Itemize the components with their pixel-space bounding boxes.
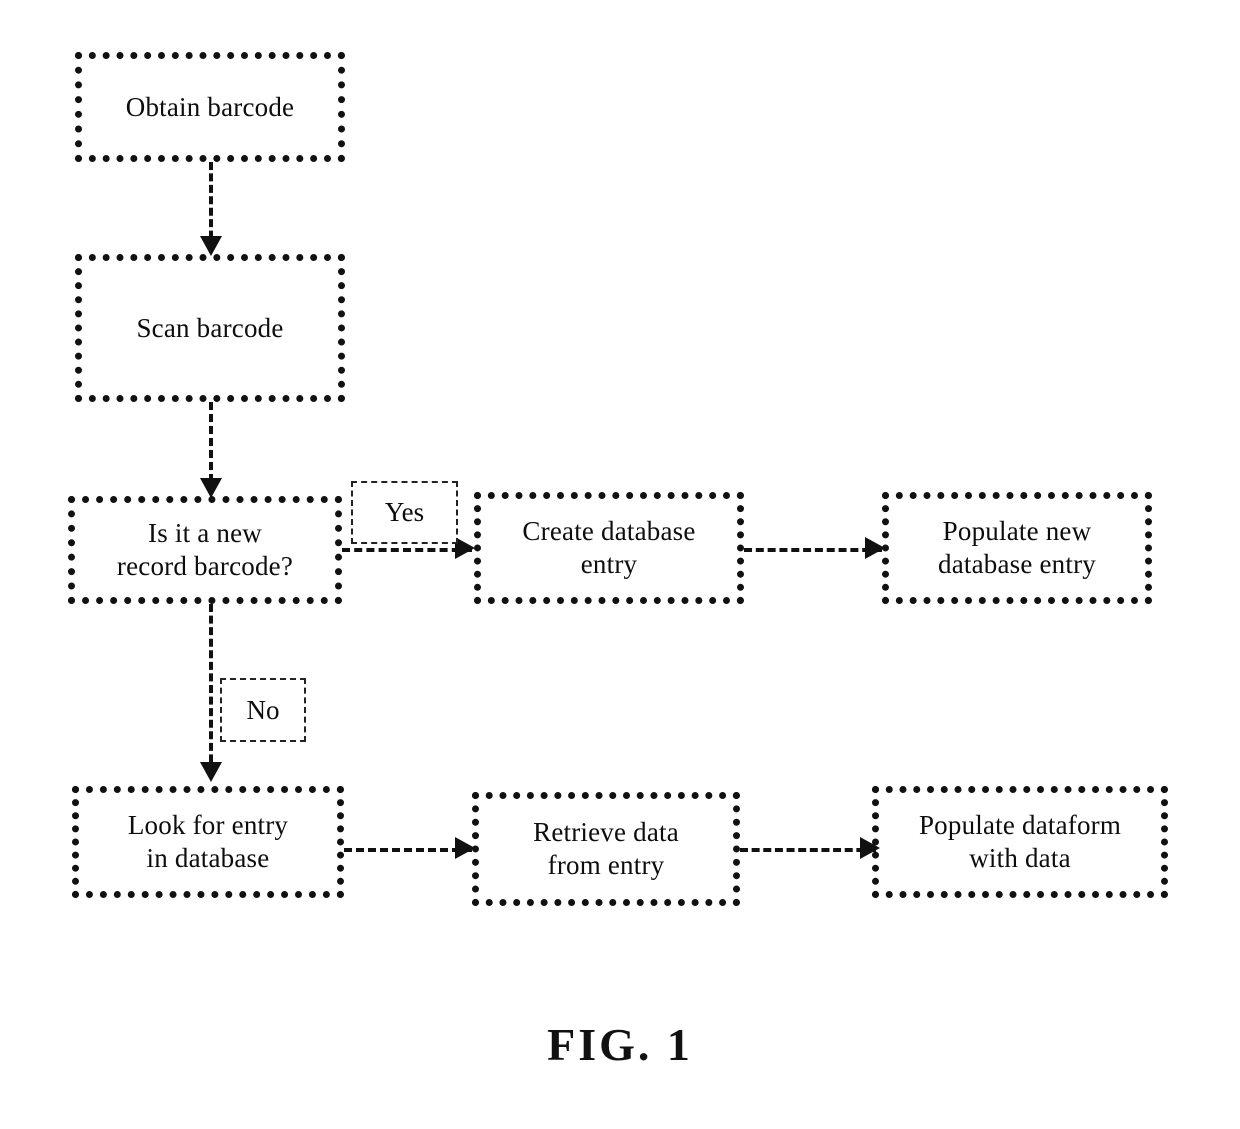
arrowhead-create-to-populate: [865, 537, 885, 559]
node-create-database-entry: Create database entry: [474, 492, 744, 604]
arrowhead-scan-to-decision: [200, 478, 222, 498]
connector-decision-no: [209, 604, 213, 774]
arrowhead-retrieve-to-populate-dataform: [860, 837, 880, 859]
node-obtain-barcode-label: Obtain barcode: [125, 91, 295, 122]
arrowhead-decision-yes: [455, 537, 475, 559]
figure-canvas: Obtain barcode Scan barcode Is it a new …: [0, 0, 1240, 1129]
figure-caption-text: FIG. 1: [547, 1019, 693, 1070]
arrowhead-obtain-to-scan: [200, 236, 222, 256]
node-populate-dataform-with-data-label: Populate dataform with data: [918, 810, 1122, 873]
edge-label-yes: Yes: [351, 481, 458, 544]
node-scan-barcode-label: Scan barcode: [136, 312, 284, 343]
connector-retrieve-to-populate-dataform: [740, 848, 876, 852]
node-populate-dataform-with-data: Populate dataform with data: [872, 786, 1168, 898]
node-populate-new-database-entry-label: Populate new database entry: [938, 516, 1096, 579]
node-is-new-record-barcode-label: Is it a new record barcode?: [116, 518, 294, 581]
node-look-for-entry-in-database: Look for entry in database: [72, 786, 344, 898]
edge-label-yes-text: Yes: [384, 497, 425, 527]
edge-label-no-text: No: [246, 694, 280, 725]
node-scan-barcode: Scan barcode: [75, 254, 345, 402]
edge-label-no: No: [220, 678, 306, 742]
connector-create-to-populate: [744, 548, 882, 552]
node-populate-new-database-entry: Populate new database entry: [882, 492, 1152, 604]
arrowhead-decision-no: [200, 762, 222, 782]
arrowhead-look-to-retrieve: [455, 837, 475, 859]
node-create-database-entry-label: Create database entry: [522, 516, 696, 579]
node-is-new-record-barcode: Is it a new record barcode?: [68, 496, 342, 604]
figure-caption: FIG. 1: [0, 1018, 1240, 1071]
node-retrieve-data-from-entry-label: Retrieve data from entry: [533, 817, 679, 880]
connector-look-to-retrieve: [344, 848, 472, 852]
node-retrieve-data-from-entry: Retrieve data from entry: [472, 792, 740, 906]
node-look-for-entry-in-database-label: Look for entry in database: [127, 810, 289, 873]
connector-decision-yes: [342, 548, 472, 552]
node-obtain-barcode: Obtain barcode: [75, 52, 345, 162]
